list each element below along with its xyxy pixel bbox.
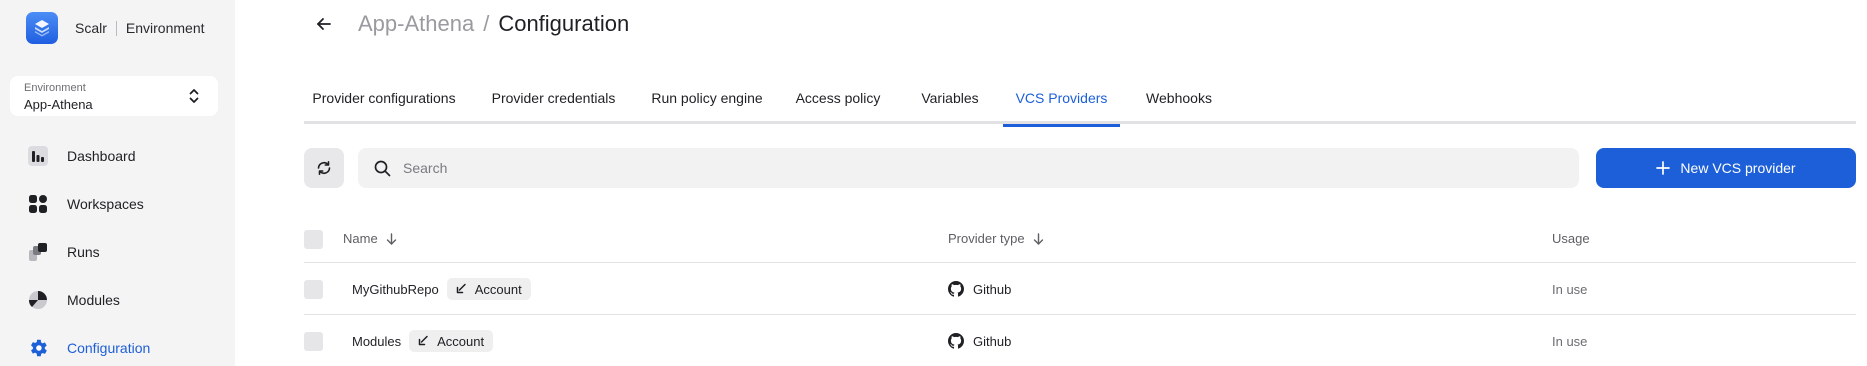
provider-type-cell: Github	[948, 315, 1011, 366]
tab-provider-configurations[interactable]: Provider configurations	[304, 72, 464, 124]
search-input[interactable]	[403, 160, 1503, 176]
vcs-providers-table: Name Provider type Usage MyGithubRepo Ac…	[304, 220, 1856, 366]
badge-label: Account	[474, 281, 522, 297]
brand-section: Environment	[125, 20, 205, 36]
select-all-checkbox[interactable]	[304, 230, 323, 249]
sidebar-item-runs[interactable]: Runs	[0, 232, 235, 272]
provider-type-cell: Github	[948, 263, 1011, 315]
environment-selector[interactable]: Environment App-Athena	[10, 76, 218, 116]
column-header-label: Usage	[1552, 231, 1590, 246]
github-icon	[948, 281, 964, 297]
github-icon	[948, 333, 964, 349]
sidebar-item-modules[interactable]: Modules	[0, 280, 235, 320]
arrow-left-icon	[317, 18, 331, 30]
scalr-logo-icon	[26, 12, 58, 44]
tab-run-policy-engine[interactable]: Run policy engine	[644, 72, 770, 124]
sidebar-item-configuration[interactable]: Configuration	[0, 328, 235, 366]
search-field[interactable]	[358, 148, 1579, 188]
scope-badge: Account	[409, 330, 494, 352]
plus-icon	[1656, 161, 1671, 175]
provider-name[interactable]: Modules	[352, 334, 401, 349]
tab-bar: Provider configurations Provider credent…	[304, 72, 1856, 127]
column-header-label: Name	[343, 231, 378, 246]
inherited-arrow-icon	[417, 335, 429, 347]
refresh-icon	[317, 161, 331, 175]
runs-icon	[27, 241, 49, 263]
sidebar-item-dashboard[interactable]: Dashboard	[0, 136, 235, 176]
new-vcs-provider-button[interactable]: New VCS provider	[1596, 148, 1856, 188]
table-row[interactable]: Modules Account Github In use	[304, 315, 1856, 366]
modules-icon	[27, 289, 49, 311]
row-checkbox[interactable]	[304, 332, 323, 351]
brand[interactable]: Scalr Environment	[26, 12, 205, 44]
scope-badge: Account	[446, 278, 531, 300]
sidebar: Scalr Environment Environment App-Athena…	[0, 0, 235, 366]
badge-label: Account	[437, 333, 485, 349]
provider-type-label: Github	[973, 333, 1012, 349]
inherited-arrow-icon	[455, 283, 467, 295]
row-checkbox[interactable]	[304, 280, 323, 299]
tab-access-policy[interactable]: Access policy	[786, 72, 890, 124]
name-cell: MyGithubRepo Account	[352, 263, 531, 315]
new-vcs-provider-label: New VCS provider	[1680, 160, 1796, 176]
brand-name: Scalr	[75, 20, 107, 36]
usage-cell: In use	[1552, 333, 1588, 349]
name-cell: Modules Account	[352, 315, 494, 366]
gear-icon	[27, 337, 49, 359]
breadcrumb-current: Configuration	[498, 11, 630, 36]
column-header-provider-type[interactable]: Provider type	[948, 231, 1044, 246]
sidebar-item-workspaces[interactable]: Workspaces	[0, 184, 235, 224]
tab-provider-credentials[interactable]: Provider credentials	[480, 72, 627, 124]
refresh-button[interactable]	[304, 148, 344, 188]
search-icon	[374, 160, 391, 176]
sidebar-item-label: Runs	[67, 244, 100, 260]
sidebar-item-label: Configuration	[67, 340, 151, 356]
tab-vcs-providers[interactable]: VCS Providers	[1003, 72, 1120, 127]
breadcrumb-parent[interactable]: App-Athena	[358, 11, 474, 36]
sidebar-item-label: Modules	[67, 292, 120, 308]
page-title: App-Athena / Configuration	[358, 10, 629, 38]
column-header-name[interactable]: Name	[343, 231, 397, 246]
back-button[interactable]	[312, 12, 336, 36]
table-header: Name Provider type Usage	[304, 220, 1856, 263]
usage-cell: In use	[1552, 281, 1588, 297]
brand-divider	[115, 20, 117, 36]
tab-webhooks[interactable]: Webhooks	[1134, 72, 1224, 124]
workspaces-icon	[27, 193, 49, 215]
sidebar-item-label: Workspaces	[67, 196, 144, 212]
breadcrumb-separator: /	[483, 11, 490, 36]
dashboard-icon	[27, 145, 49, 167]
provider-name[interactable]: MyGithubRepo	[352, 282, 439, 297]
column-header-usage: Usage	[1552, 231, 1590, 246]
arrow-down-icon	[386, 232, 397, 245]
arrow-down-icon	[1033, 232, 1044, 245]
table-row[interactable]: MyGithubRepo Account Github In use	[304, 263, 1856, 315]
sidebar-item-label: Dashboard	[67, 148, 136, 164]
chevron-up-down-icon	[188, 88, 200, 109]
provider-type-label: Github	[973, 281, 1012, 297]
column-header-label: Provider type	[948, 231, 1025, 246]
tab-variables[interactable]: Variables	[906, 72, 994, 124]
